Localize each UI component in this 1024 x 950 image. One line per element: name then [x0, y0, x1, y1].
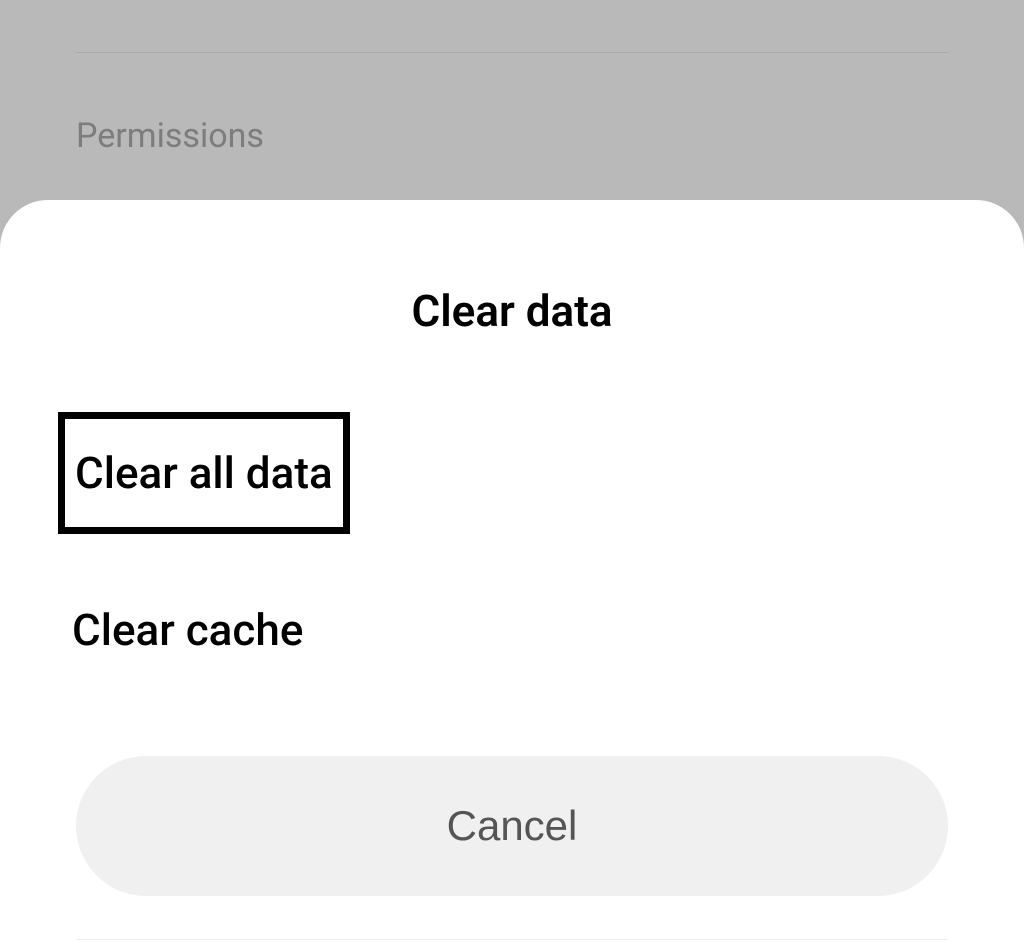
clear-cache-label: Clear cache [72, 604, 303, 656]
clear-all-data-label: Clear all data [75, 447, 333, 499]
permissions-section-label: Permissions [76, 116, 264, 156]
modal-title: Clear data [0, 285, 1024, 337]
clear-cache-option[interactable]: Clear cache [58, 594, 966, 666]
clear-all-data-option[interactable]: Clear all data [58, 412, 350, 534]
cancel-button[interactable]: Cancel [76, 756, 948, 896]
clear-data-modal: Clear data Clear all data Clear cache Ca… [0, 200, 1024, 950]
modal-bottom-divider [76, 939, 948, 940]
section-divider [76, 52, 948, 53]
